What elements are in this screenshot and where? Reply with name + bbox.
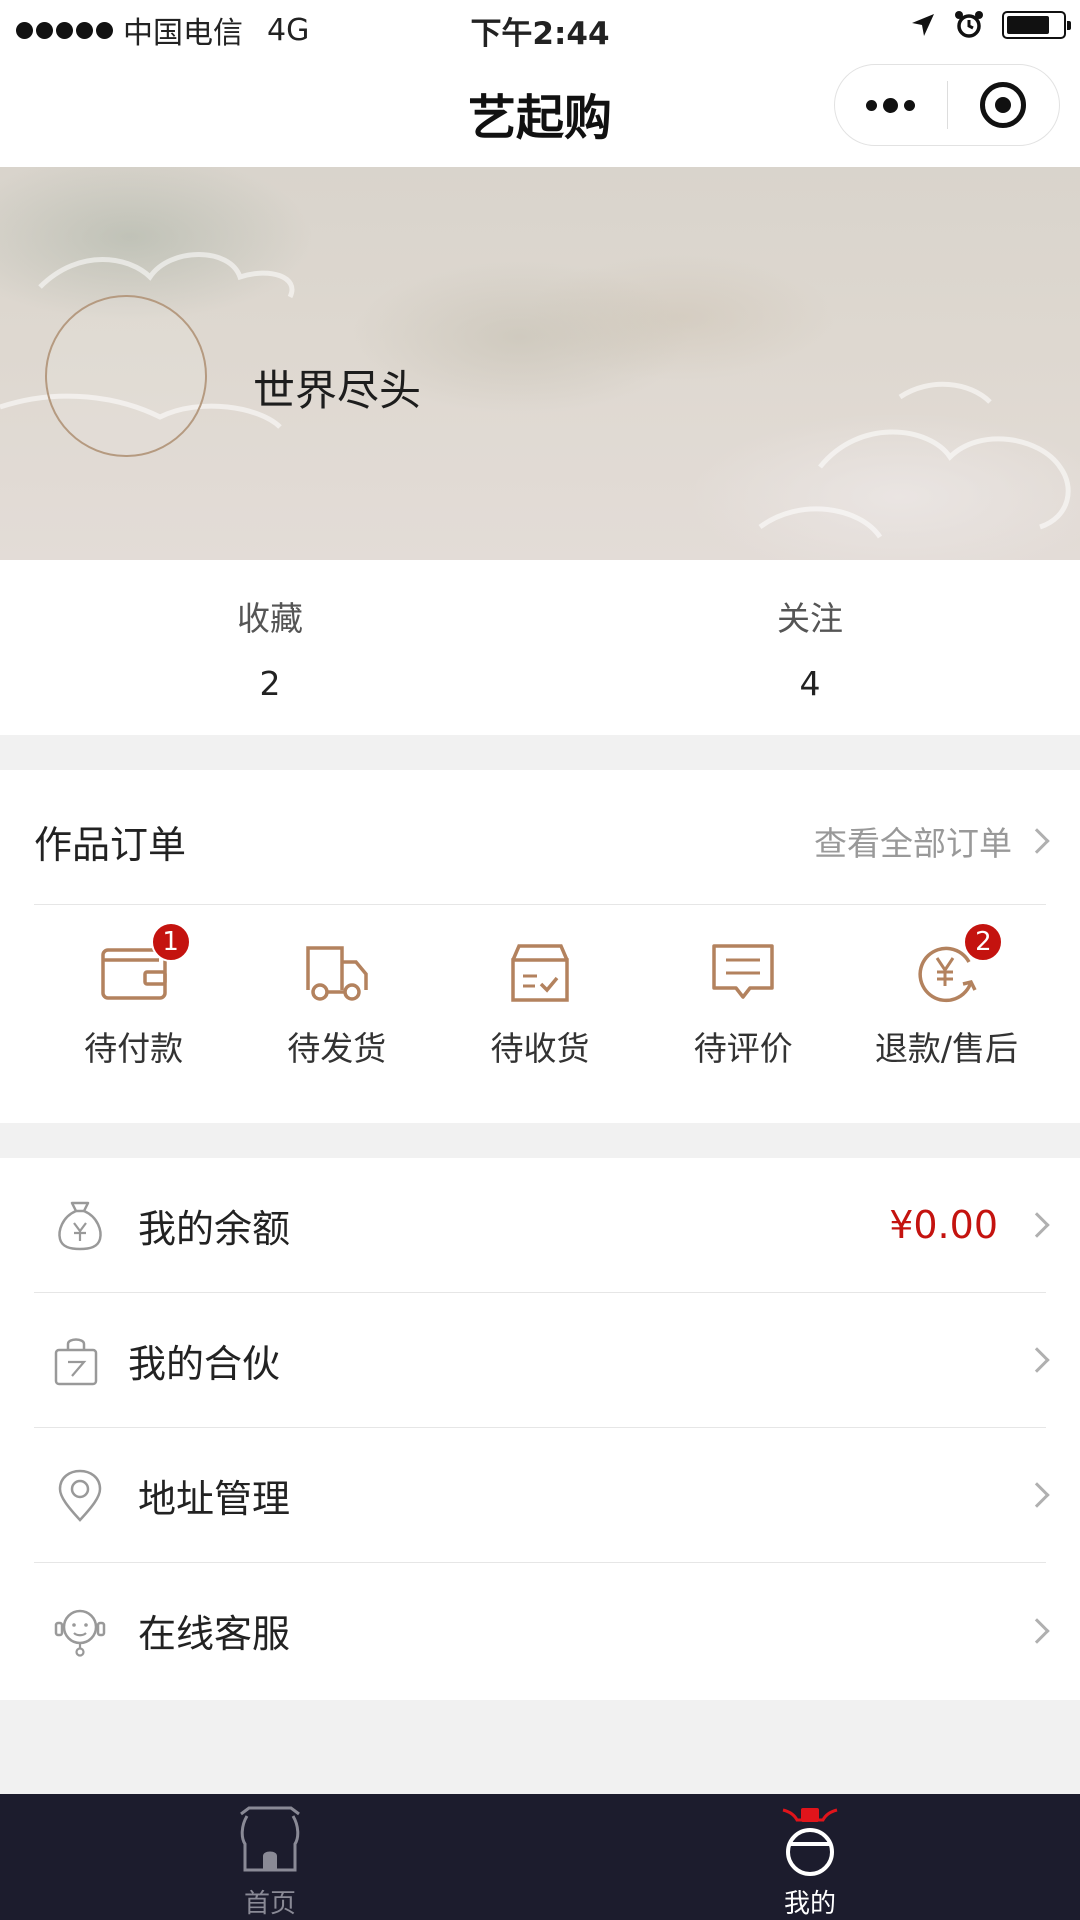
status-bar: 中国电信 4G 下午2:44	[0, 0, 1080, 54]
chevron-right-icon	[1024, 1347, 1050, 1373]
chevron-right-icon	[1024, 1212, 1050, 1238]
battery-icon	[1002, 11, 1071, 39]
tab-label: 首页	[243, 1889, 296, 1919]
order-pending-shipment[interactable]: 待发货	[235, 940, 438, 1070]
stat-following[interactable]: 关注 4	[540, 560, 1080, 735]
shopping-bag-icon	[54, 1338, 98, 1386]
stats-bar: 收藏 2 关注 4	[0, 560, 1080, 735]
order-pending-review[interactable]: 待评价	[642, 940, 845, 1070]
location-pin-icon	[58, 1469, 102, 1522]
stat-favorites[interactable]: 收藏 2	[0, 560, 540, 735]
order-label: 退款/售后	[874, 1029, 1018, 1068]
badge-count: 2	[963, 922, 1004, 962]
stat-value: 4	[799, 664, 821, 703]
more-button[interactable]	[835, 65, 947, 145]
orders-card: 作品订单 查看全部订单 1 待付款 待发货 待收货 待评价 2 退款/售后	[0, 770, 1080, 1123]
mini-program-capsule	[834, 64, 1060, 146]
menu-item-address[interactable]: 地址管理	[34, 1428, 1050, 1563]
order-refund-aftersale[interactable]: 2 退款/售后	[845, 922, 1048, 1070]
orders-title: 作品订单	[34, 823, 187, 867]
box-check-icon	[505, 940, 575, 1004]
menu-label: 我的余额	[138, 1206, 291, 1251]
stat-label: 收藏	[237, 599, 303, 638]
headset-service-icon	[54, 1609, 106, 1657]
truck-icon	[302, 940, 372, 1004]
chevron-right-icon	[1024, 1482, 1050, 1508]
menu-item-customer-service[interactable]: 在线客服	[34, 1563, 1050, 1698]
chevron-right-icon	[1024, 828, 1050, 854]
menu-item-balance[interactable]: 我的余额 ¥0.00	[34, 1158, 1050, 1293]
order-status-row: 1 待付款 待发货 待收货 待评价 2 退款/售后	[32, 922, 1048, 1070]
badge-count: 1	[150, 922, 191, 962]
view-all-orders-label: 查看全部订单	[814, 824, 1012, 863]
order-label: 待收货	[490, 1029, 590, 1068]
location-arrow-icon	[912, 14, 934, 36]
wallet-icon: 1	[99, 922, 191, 1004]
order-pending-receipt[interactable]: 待收货	[438, 940, 641, 1070]
money-bag-icon	[58, 1201, 102, 1251]
menu-item-partner[interactable]: 我的合伙	[34, 1293, 1050, 1428]
menu-label: 在线客服	[138, 1612, 291, 1656]
order-pending-payment[interactable]: 1 待付款	[32, 922, 235, 1070]
tab-profile[interactable]: 我的	[540, 1794, 1080, 1920]
stat-value: 2	[259, 664, 281, 703]
comment-icon	[708, 940, 778, 1004]
avatar[interactable]	[45, 295, 207, 457]
view-all-orders-link[interactable]: 查看全部订单	[814, 817, 1050, 865]
tab-bar: 首页 我的	[0, 1794, 1080, 1920]
chevron-right-icon	[1024, 1617, 1050, 1644]
tab-home[interactable]: 首页	[0, 1794, 540, 1920]
balance-value: ¥0.00	[889, 1203, 998, 1247]
stat-label: 关注	[777, 599, 843, 638]
menu-label: 我的合伙	[128, 1341, 281, 1386]
more-dots-icon	[866, 97, 916, 113]
target-circle-icon	[980, 82, 1027, 128]
tab-label: 我的	[783, 1889, 836, 1919]
nav-bar: 艺起购	[0, 54, 1080, 167]
profile-banner: 世界尽头	[0, 167, 1080, 560]
order-label: 待付款	[84, 1029, 184, 1068]
refund-yen-icon: 2	[911, 922, 1004, 1004]
order-label: 待评价	[693, 1029, 793, 1068]
username: 世界尽头	[253, 366, 422, 415]
menu-label: 地址管理	[138, 1476, 291, 1521]
home-icon	[240, 1806, 300, 1872]
orders-header: 作品订单 查看全部订单	[34, 770, 1050, 905]
profile-jar-icon	[782, 1808, 838, 1876]
status-right	[910, 10, 1071, 40]
order-label: 待发货	[287, 1029, 387, 1068]
profile-screen: 中国电信 4G 下午2:44 艺起购 世界尽头 收藏 2 关注 4 作品订单 查…	[0, 0, 1080, 1920]
close-button[interactable]	[948, 65, 1060, 145]
menu-list: 我的余额 ¥0.00 我的合伙 地址管理 在线客服	[0, 1158, 1080, 1700]
alarm-icon	[955, 11, 983, 38]
